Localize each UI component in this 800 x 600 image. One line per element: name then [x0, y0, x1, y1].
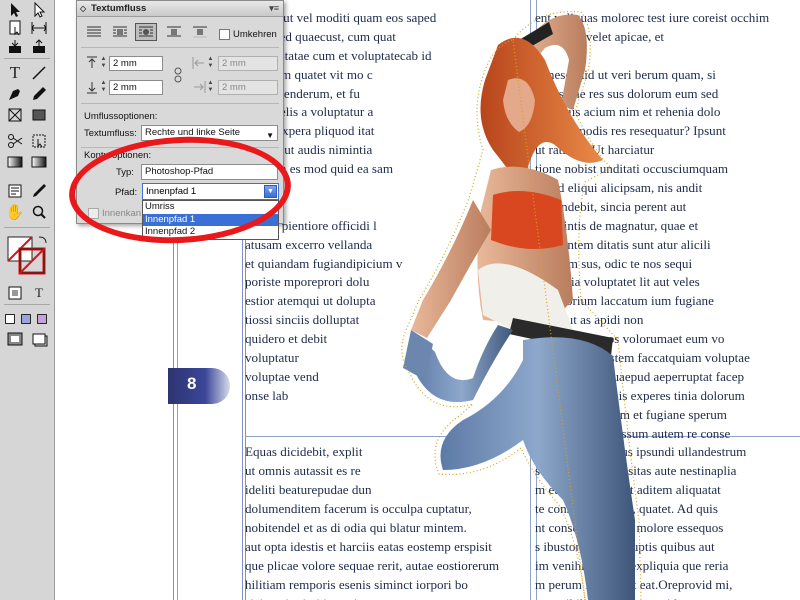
preview-mode-icon[interactable]: [18, 309, 34, 329]
page-tool-icon[interactable]: [4, 18, 26, 38]
top-offset-icon: [86, 56, 98, 75]
wrap-options-heading: Umflussoptionen:: [84, 111, 158, 122]
gradient-swatch-tool-icon[interactable]: [4, 152, 26, 172]
screen-mode-preview-icon[interactable]: [28, 329, 50, 349]
note-tool-icon[interactable]: [4, 181, 26, 201]
bottom-offset-field[interactable]: 2 mm: [109, 80, 163, 95]
wrap-bounding-box-button[interactable]: [109, 23, 131, 41]
jump-to-next-column-button[interactable]: [189, 23, 211, 41]
zoom-tool-icon[interactable]: [28, 202, 50, 222]
wrap-object-shape-button[interactable]: [135, 23, 157, 41]
jump-object-button[interactable]: [163, 23, 185, 41]
rectangle-tool-icon[interactable]: [28, 105, 50, 125]
top-offset-field[interactable]: 2 mm: [109, 56, 163, 71]
right-offset-field[interactable]: 2 mm: [218, 80, 278, 95]
bottom-offset-icon: [86, 80, 98, 99]
scissors-tool-icon[interactable]: [4, 131, 26, 151]
direct-selection-tool-icon[interactable]: [28, 0, 50, 20]
panel-menu-icon[interactable]: ▾≡: [269, 1, 279, 16]
page-number-tab: [168, 368, 230, 404]
top-offset-stepper[interactable]: ▲ ▼: [99, 56, 108, 71]
line-tool-icon[interactable]: [28, 63, 50, 83]
dropdown-arrow-icon: ▼: [266, 131, 274, 140]
page-number: 8: [187, 374, 197, 393]
gap-tool-icon[interactable]: [28, 18, 50, 38]
formatting-affects-container-icon[interactable]: [4, 283, 26, 303]
panel-titlebar[interactable]: ◇ Textumfluss ▾≡: [77, 1, 283, 17]
left-offset-icon: [192, 56, 206, 75]
dancer-photo[interactable]: [323, 0, 683, 600]
selection-tool-icon[interactable]: [4, 0, 26, 20]
type-tool-icon[interactable]: T: [4, 63, 26, 83]
left-offset-stepper[interactable]: ▲ ▼: [206, 56, 215, 71]
right-offset-stepper[interactable]: ▲ ▼: [206, 80, 215, 95]
left-offset-field[interactable]: 2 mm: [218, 56, 278, 71]
chain-link-icon[interactable]: [173, 67, 183, 88]
invert-label: Umkehren: [233, 29, 277, 40]
gradient-feather-tool-icon[interactable]: [28, 152, 50, 172]
tools-panel: T ✋ T: [0, 0, 55, 600]
invert-checkbox[interactable]: [219, 29, 230, 40]
free-transform-tool-icon[interactable]: [28, 131, 50, 151]
bleed-mode-icon[interactable]: [34, 309, 50, 329]
pen-tool-icon[interactable]: [4, 84, 26, 104]
bottom-offset-stepper[interactable]: ▲ ▼: [99, 80, 108, 95]
no-wrap-button[interactable]: [83, 23, 105, 41]
rectangle-frame-tool-icon[interactable]: [4, 105, 26, 125]
wrap-to-label: Textumfluss:: [84, 128, 137, 139]
normal-mode-icon[interactable]: [2, 309, 18, 329]
right-offset-icon: [192, 80, 206, 99]
eyedropper-tool-icon[interactable]: [28, 181, 50, 201]
content-collector-icon[interactable]: [4, 37, 26, 57]
pencil-tool-icon[interactable]: [28, 84, 50, 104]
formatting-affects-text-icon[interactable]: T: [28, 283, 50, 303]
content-placer-icon[interactable]: [28, 37, 50, 57]
hand-tool-icon[interactable]: ✋: [4, 202, 26, 222]
panel-title: Textumfluss: [91, 3, 147, 14]
fill-stroke-icon[interactable]: [6, 235, 48, 275]
screen-mode-normal-icon[interactable]: [4, 329, 26, 349]
collapse-chevron-icon[interactable]: ◇: [80, 1, 86, 16]
